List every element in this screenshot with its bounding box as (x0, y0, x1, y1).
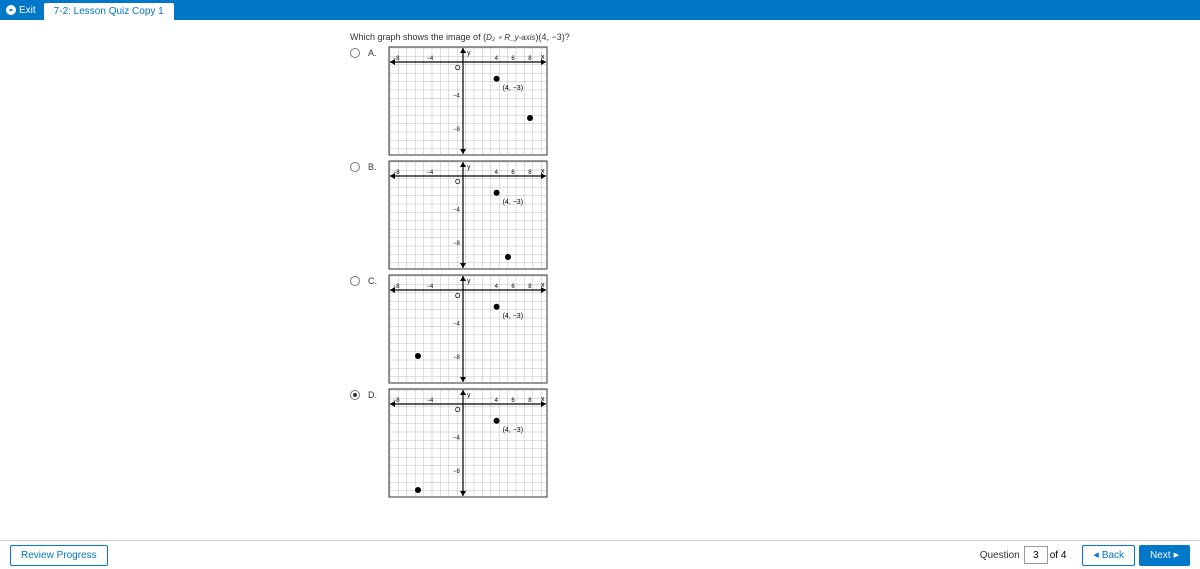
choice-label-C: C. (368, 276, 380, 286)
choice-label-D: D. (368, 390, 380, 400)
radio-D[interactable] (350, 390, 360, 400)
question-label: Question (980, 550, 1020, 561)
question-total: of 4 (1050, 550, 1067, 561)
exit-button[interactable]: Exit (0, 0, 42, 20)
choice-label-B: B. (368, 162, 380, 172)
svg-text:−8: −8 (453, 241, 461, 247)
choice-C[interactable]: C. y x O −4 −8 4 6 8 −4 −8 (4, −3) (350, 274, 1200, 384)
back-button[interactable]: ◀Back (1082, 545, 1135, 566)
svg-text:−4: −4 (453, 208, 461, 214)
svg-text:y: y (467, 50, 471, 57)
lesson-title-tab: 7-2: Lesson Quiz Copy 1 (44, 3, 174, 20)
svg-text:−8: −8 (393, 284, 401, 290)
question-area: Which graph shows the image of (D₂ ∘ R_y… (0, 20, 1200, 540)
choice-B[interactable]: B. y x O −4 −8 4 6 8 −4 −8 (4, −3) (350, 160, 1200, 270)
review-progress-button[interactable]: Review Progress (10, 545, 108, 566)
graph-C: y x O −4 −8 4 6 8 −4 −8 (4, −3) (388, 274, 548, 384)
svg-text:−4: −4 (453, 94, 461, 100)
graph-B: y x O −4 −8 4 6 8 −4 −8 (4, −3) (388, 160, 548, 270)
graph-svg: y x O −4 −8 4 6 8 −4 −8 (4, −3) (388, 388, 548, 498)
svg-text:O: O (455, 179, 461, 186)
choice-label-A: A. (368, 48, 380, 58)
svg-text:x: x (541, 396, 545, 403)
svg-text:(4, −3): (4, −3) (503, 85, 523, 92)
triangle-right-icon: ▶ (1174, 551, 1179, 559)
svg-text:−4: −4 (426, 284, 434, 290)
svg-text:−4: −4 (453, 322, 461, 328)
svg-text:x: x (541, 168, 545, 175)
svg-text:O: O (455, 293, 461, 300)
svg-text:x: x (541, 54, 545, 61)
question-stem: Which graph shows the image of (D₂ ∘ R_y… (350, 32, 1200, 42)
svg-text:−4: −4 (426, 398, 434, 404)
footer-bar: Review Progress Question of 4 ◀Back Next… (0, 540, 1200, 569)
graph-svg: y x O −4 −8 4 6 8 −4 −8 (4, −3) (388, 274, 548, 384)
top-bar: Exit 7-2: Lesson Quiz Copy 1 (0, 0, 1200, 20)
svg-text:O: O (455, 407, 461, 414)
choice-D[interactable]: D. y x O −4 −8 4 6 8 −4 −8 (4, −3) (350, 388, 1200, 498)
svg-text:(4, −3): (4, −3) (503, 313, 523, 320)
svg-text:y: y (467, 164, 471, 171)
svg-text:−8: −8 (393, 56, 401, 62)
radio-A[interactable] (350, 48, 360, 58)
svg-text:−4: −4 (426, 56, 434, 62)
svg-text:y: y (467, 278, 471, 285)
svg-text:−8: −8 (453, 355, 461, 361)
graph-svg: y x O −4 −8 4 6 8 −4 −8 (4, −3) (388, 46, 548, 156)
svg-text:−8: −8 (453, 469, 461, 475)
radio-B[interactable] (350, 162, 360, 172)
exit-icon (6, 5, 16, 15)
svg-text:−8: −8 (453, 127, 461, 133)
graph-A: y x O −4 −8 4 6 8 −4 −8 (4, −3) (388, 46, 548, 156)
svg-text:−8: −8 (393, 170, 401, 176)
svg-text:−8: −8 (393, 398, 401, 404)
svg-text:−4: −4 (453, 436, 461, 442)
choice-A[interactable]: A. y x O −4 −8 4 6 8 −4 −8 (4, −3) (350, 46, 1200, 156)
svg-text:(4, −3): (4, −3) (503, 427, 523, 434)
svg-text:x: x (541, 282, 545, 289)
question-number-input[interactable] (1024, 546, 1048, 564)
svg-text:(4, −3): (4, −3) (503, 199, 523, 206)
radio-C[interactable] (350, 276, 360, 286)
exit-label: Exit (19, 5, 36, 16)
triangle-left-icon: ◀ (1093, 551, 1098, 559)
svg-text:O: O (455, 65, 461, 72)
svg-text:y: y (467, 392, 471, 399)
graph-svg: y x O −4 −8 4 6 8 −4 −8 (4, −3) (388, 160, 548, 270)
svg-text:−4: −4 (426, 170, 434, 176)
graph-D: y x O −4 −8 4 6 8 −4 −8 (4, −3) (388, 388, 548, 498)
next-button[interactable]: Next▶ (1139, 545, 1190, 566)
